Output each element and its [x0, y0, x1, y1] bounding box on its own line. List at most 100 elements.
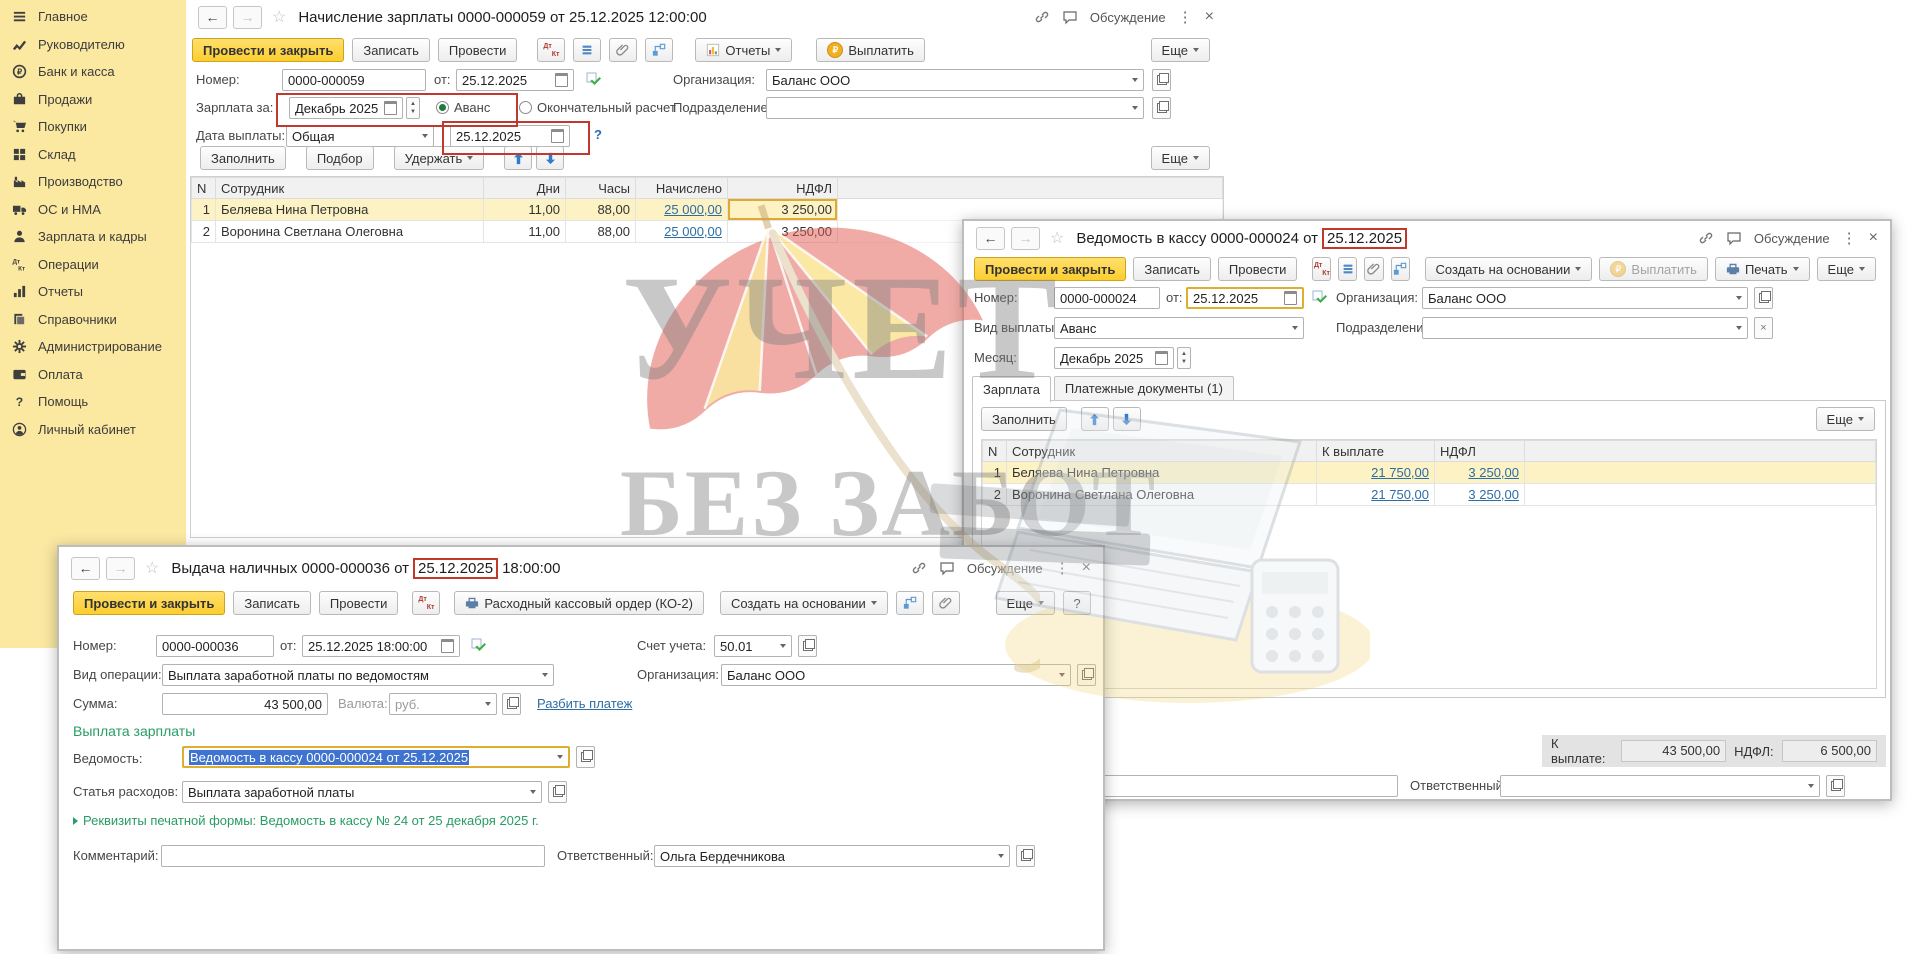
comment-field[interactable] [161, 845, 545, 867]
ko2-print-button[interactable]: Расходный кассовый ордер (КО-2) [454, 591, 704, 615]
dtkt-button[interactable]: ДтКт [1312, 257, 1331, 281]
calendar-icon[interactable] [551, 129, 564, 143]
more-button[interactable]: Еще [996, 591, 1055, 615]
menu-dots-icon[interactable]: ⋮ [1842, 229, 1857, 247]
more-button[interactable]: Еще [1816, 407, 1875, 431]
dropdown-icon[interactable] [422, 134, 428, 138]
sidebar-item-purchases[interactable]: Покупки [0, 113, 186, 141]
calendar-icon[interactable] [1284, 291, 1297, 305]
discussion-label[interactable]: Обсуждение [1090, 10, 1166, 25]
fill-button[interactable]: Заполнить [981, 407, 1067, 431]
more-button[interactable]: Еще [1151, 38, 1210, 62]
active-cell[interactable]: 3 250,00 [728, 199, 838, 221]
pay-sheet-field[interactable]: Ведомость в кассу 0000-000024 от 25.12.2… [182, 746, 570, 768]
sidebar-item-help[interactable]: ? Помощь [0, 388, 186, 416]
sidebar-item-bank-cash[interactable]: ₽ Банк и касса [0, 58, 186, 86]
sum-field[interactable]: 43 500,00 [162, 693, 328, 715]
calendar-icon[interactable] [555, 73, 568, 87]
sidebar-item-manager[interactable]: Руководителю [0, 31, 186, 59]
pay-button[interactable]: ₽Выплатить [816, 38, 925, 62]
favorite-star-icon[interactable]: ☆ [145, 558, 159, 578]
open-button[interactable] [1016, 845, 1035, 867]
menu-dots-icon[interactable]: ⋮ [1178, 8, 1193, 26]
table-row[interactable]: 1 Беляева Нина Петровна 21 750,00 3 250,… [983, 462, 1876, 484]
dropdown-icon[interactable] [1736, 296, 1742, 300]
dtkt-button[interactable]: ДтКт [537, 38, 565, 62]
withhold-button[interactable]: Удержать [394, 146, 485, 170]
save-button[interactable]: Записать [1133, 257, 1211, 281]
post-close-button[interactable]: Провести и закрыть [192, 38, 344, 62]
sidebar-item-fixed-assets[interactable]: ОС и НМА [0, 196, 186, 224]
sidebar-item-personal-account[interactable]: Личный кабинет [0, 416, 186, 444]
ndfl-link[interactable]: 3 250,00 [1468, 465, 1519, 480]
save-button[interactable]: Записать [233, 591, 311, 615]
attachment-button[interactable] [932, 591, 960, 615]
set-current-time-icon[interactable] [471, 638, 487, 654]
dropdown-icon[interactable] [780, 644, 786, 648]
calendar-icon[interactable] [441, 639, 454, 653]
tab-payment-documents[interactable]: Платежные документы (1) [1054, 376, 1234, 400]
dropdown-icon[interactable] [557, 755, 563, 759]
period-spinner[interactable]: ▲▼ [406, 97, 420, 119]
salary-period-field[interactable]: Декабрь 2025 [289, 97, 403, 119]
sidebar-item-administration[interactable]: Администрирование [0, 333, 186, 361]
dropdown-icon[interactable] [1059, 673, 1065, 677]
close-icon[interactable]: × [1869, 229, 1878, 247]
pay-date-field[interactable]: 25.12.2025 [450, 125, 570, 147]
favorite-star-icon[interactable]: ☆ [1050, 228, 1064, 248]
move-up-button[interactable] [504, 146, 532, 170]
open-button[interactable] [1152, 69, 1171, 91]
help-icon[interactable]: ? [594, 127, 602, 142]
organization-field[interactable]: Баланс ООО [766, 69, 1144, 91]
number-field[interactable]: 0000-000059 [282, 69, 426, 91]
dropdown-icon[interactable] [998, 854, 1004, 858]
close-icon[interactable]: × [1082, 559, 1091, 577]
accrued-link[interactable]: 25 000,00 [664, 224, 722, 239]
back-button[interactable]: ← [71, 557, 100, 580]
discussion-label[interactable]: Обсуждение [967, 561, 1043, 576]
dropdown-icon[interactable] [1132, 78, 1138, 82]
link-icon[interactable] [911, 560, 927, 576]
sidebar-item-operations[interactable]: ДтКт Операции [0, 251, 186, 279]
sidebar-item-directories[interactable]: Справочники [0, 306, 186, 334]
dropdown-icon[interactable] [485, 702, 491, 706]
attachment-button[interactable] [609, 38, 637, 62]
sidebar-item-salary-hr[interactable]: Зарплата и кадры [0, 223, 186, 251]
create-from-button[interactable]: Создать на основании [720, 591, 888, 615]
back-button[interactable]: ← [198, 6, 227, 29]
responsible-field[interactable]: Ольга Бердечникова [654, 845, 1010, 867]
currency-field[interactable]: руб. [389, 693, 497, 715]
table-row[interactable]: 1 Беляева Нина Петровна 11,00 88,00 25 0… [192, 199, 1223, 221]
number-field[interactable]: 0000-000036 [156, 635, 274, 657]
menu-dots-icon[interactable]: ⋮ [1055, 559, 1070, 577]
help-button[interactable]: ? [1063, 591, 1091, 615]
set-current-time-icon[interactable] [586, 72, 602, 88]
calendar-icon[interactable] [1155, 351, 1168, 365]
advance-radio[interactable] [436, 101, 449, 114]
dropdown-icon[interactable] [1132, 106, 1138, 110]
table-row[interactable]: 2 Воронина Светлана Олеговна 21 750,00 3… [983, 484, 1876, 506]
open-button[interactable] [576, 746, 595, 768]
pay-button[interactable]: ₽Выплатить [1599, 257, 1708, 281]
move-up-button[interactable] [1081, 407, 1109, 431]
set-current-time-icon[interactable] [1312, 290, 1328, 306]
create-from-button[interactable]: Создать на основании [1425, 257, 1593, 281]
move-down-button[interactable] [536, 146, 564, 170]
open-button[interactable] [1826, 775, 1845, 797]
to-pay-link[interactable]: 21 750,00 [1371, 465, 1429, 480]
post-button[interactable]: Провести [1218, 257, 1298, 281]
fill-button[interactable]: Заполнить [200, 146, 286, 170]
date-field[interactable]: 25.12.2025 [456, 69, 574, 91]
datetime-field[interactable]: 25.12.2025 18:00:00 [302, 635, 460, 657]
open-button[interactable] [548, 781, 567, 803]
pay-kind-field[interactable]: Аванс [1054, 317, 1304, 339]
sidebar-item-production[interactable]: Производство [0, 168, 186, 196]
dropdown-icon[interactable] [1292, 326, 1298, 330]
ndfl-link[interactable]: 3 250,00 [1468, 487, 1519, 502]
close-icon[interactable]: × [1205, 8, 1214, 26]
register-list-button[interactable] [1338, 257, 1357, 281]
attachment-button[interactable] [1364, 257, 1383, 281]
sidebar-item-reports[interactable]: Отчеты [0, 278, 186, 306]
accrued-link[interactable]: 25 000,00 [664, 202, 722, 217]
dtkt-button[interactable]: ДтКт [412, 591, 440, 615]
